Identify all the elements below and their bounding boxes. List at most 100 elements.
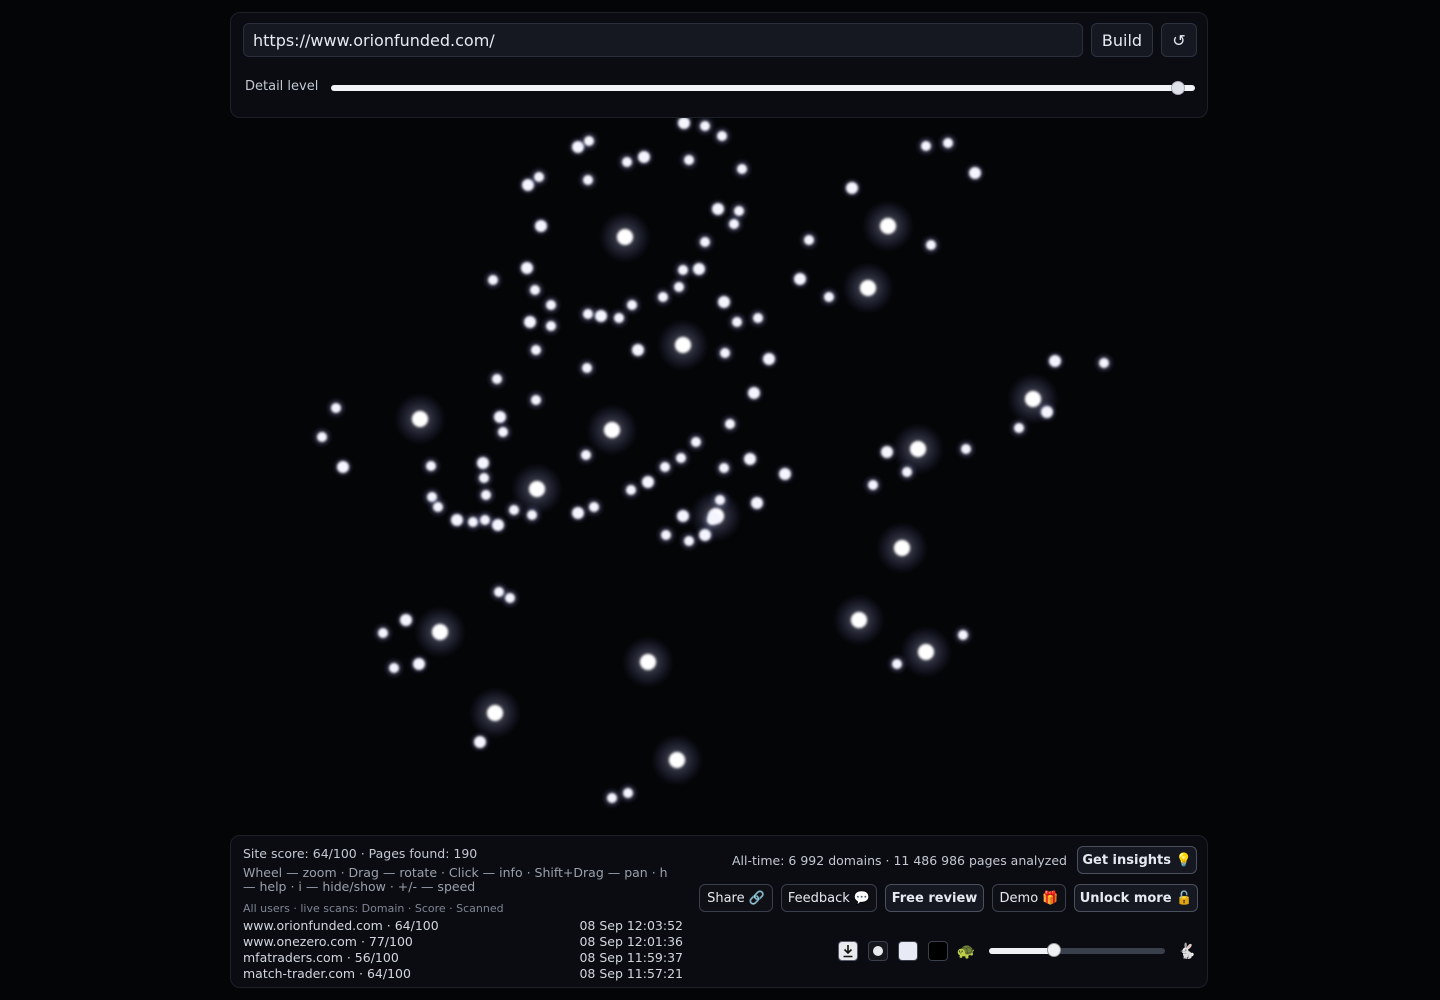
graph-node[interactable]	[1025, 391, 1041, 407]
graph-node[interactable]	[584, 136, 594, 146]
graph-node[interactable]	[623, 788, 633, 798]
graph-node[interactable]	[684, 536, 694, 546]
detail-level-slider[interactable]	[331, 81, 1195, 95]
graph-node[interactable]	[678, 265, 688, 275]
graph-node[interactable]	[675, 337, 691, 353]
unlock-more-button[interactable]: Unlock more 🔓	[1074, 884, 1198, 912]
graph-node[interactable]	[400, 614, 412, 626]
list-item[interactable]: mfatraders.com · 56/100 08 Sep 11:59:37	[243, 950, 683, 966]
graph-node[interactable]	[958, 630, 968, 640]
speed-slider[interactable]	[989, 943, 1165, 957]
graph-node[interactable]	[880, 218, 896, 234]
graph-node[interactable]	[1099, 358, 1109, 368]
graph-node[interactable]	[712, 203, 724, 215]
graph-node[interactable]	[546, 321, 556, 331]
graph-node[interactable]	[488, 275, 498, 285]
graph-node[interactable]	[607, 793, 617, 803]
graph-node[interactable]	[479, 473, 489, 483]
graph-node[interactable]	[693, 263, 705, 275]
url-input[interactable]	[243, 23, 1083, 57]
graph-node[interactable]	[474, 736, 486, 748]
graph-node[interactable]	[572, 507, 584, 519]
graph-node[interactable]	[638, 151, 650, 163]
list-item[interactable]: www.orionfunded.com · 64/100 08 Sep 12:03…	[243, 918, 683, 934]
graph-node[interactable]	[669, 752, 685, 768]
graph-node[interactable]	[918, 644, 934, 660]
graph-node[interactable]	[691, 437, 701, 447]
graph-node[interactable]	[804, 235, 814, 245]
graph-node[interactable]	[1014, 423, 1024, 433]
graph-node[interactable]	[729, 219, 739, 229]
graph-node[interactable]	[881, 446, 893, 458]
graph-node[interactable]	[707, 515, 717, 525]
graph-node[interactable]	[961, 444, 971, 454]
graph-node[interactable]	[846, 182, 858, 194]
graph-node[interactable]	[531, 395, 541, 405]
graph-node[interactable]	[632, 344, 644, 356]
graph-node[interactable]	[926, 240, 936, 250]
graph-node[interactable]	[481, 490, 491, 500]
download-icon[interactable]	[838, 941, 858, 961]
graph-node[interactable]	[699, 529, 711, 541]
graph-node[interactable]	[412, 411, 428, 427]
graph-node[interactable]	[658, 292, 668, 302]
black-swatch-icon[interactable]	[928, 941, 948, 961]
graph-node[interactable]	[492, 519, 504, 531]
graph-node[interactable]	[640, 654, 656, 670]
graph-node[interactable]	[527, 510, 537, 520]
graph-node[interactable]	[487, 705, 503, 721]
graph-node[interactable]	[902, 467, 912, 477]
graph-node[interactable]	[674, 282, 684, 292]
graph-node[interactable]	[498, 427, 508, 437]
graph-node[interactable]	[317, 432, 327, 442]
graph-node[interactable]	[505, 593, 515, 603]
graph-node[interactable]	[921, 141, 931, 151]
graph-node[interactable]	[604, 422, 620, 438]
graph-node[interactable]	[530, 285, 540, 295]
graph-node[interactable]	[617, 229, 633, 245]
graph-node[interactable]	[661, 530, 671, 540]
graph-node[interactable]	[524, 316, 536, 328]
graph-node[interactable]	[678, 117, 690, 129]
graph-node[interactable]	[676, 453, 686, 463]
graph-node[interactable]	[582, 363, 592, 373]
reset-button[interactable]: ↺	[1161, 23, 1197, 57]
graph-node[interactable]	[720, 348, 730, 358]
graph-node[interactable]	[725, 419, 735, 429]
graph-node[interactable]	[700, 121, 710, 131]
graph-node[interactable]	[677, 510, 689, 522]
share-button[interactable]: Share 🔗	[699, 884, 773, 912]
white-swatch-icon[interactable]	[898, 941, 918, 961]
graph-node[interactable]	[426, 461, 436, 471]
graph-node[interactable]	[744, 453, 756, 465]
graph-node[interactable]	[389, 663, 399, 673]
feedback-button[interactable]: Feedback 💬	[781, 884, 877, 912]
graph-node[interactable]	[622, 157, 632, 167]
graph-node[interactable]	[737, 164, 747, 174]
graph-node[interactable]	[589, 502, 599, 512]
graph-node[interactable]	[763, 353, 775, 365]
graph-node[interactable]	[1041, 406, 1053, 418]
graph-node[interactable]	[894, 540, 910, 556]
graph-node[interactable]	[748, 387, 760, 399]
list-item[interactable]: match-trader.com · 64/100 08 Sep 11:57:21	[243, 966, 683, 982]
get-insights-button[interactable]: Get insights 💡	[1077, 846, 1197, 874]
graph-node[interactable]	[626, 485, 636, 495]
graph-node[interactable]	[331, 403, 341, 413]
graph-node[interactable]	[451, 514, 463, 526]
graph-node[interactable]	[719, 463, 729, 473]
graph-node[interactable]	[492, 374, 502, 384]
graph-node[interactable]	[531, 345, 541, 355]
graph-node[interactable]	[660, 462, 670, 472]
graph-node[interactable]	[751, 497, 763, 509]
graph-node[interactable]	[509, 505, 519, 515]
graph-node[interactable]	[627, 300, 637, 310]
graph-node[interactable]	[1049, 355, 1061, 367]
graph-node[interactable]	[860, 280, 876, 296]
graph-node[interactable]	[779, 468, 791, 480]
graph-node[interactable]	[753, 313, 763, 323]
graph-node[interactable]	[546, 300, 556, 310]
graph-node[interactable]	[529, 481, 545, 497]
graph-node[interactable]	[718, 296, 730, 308]
graph-node[interactable]	[943, 138, 953, 148]
